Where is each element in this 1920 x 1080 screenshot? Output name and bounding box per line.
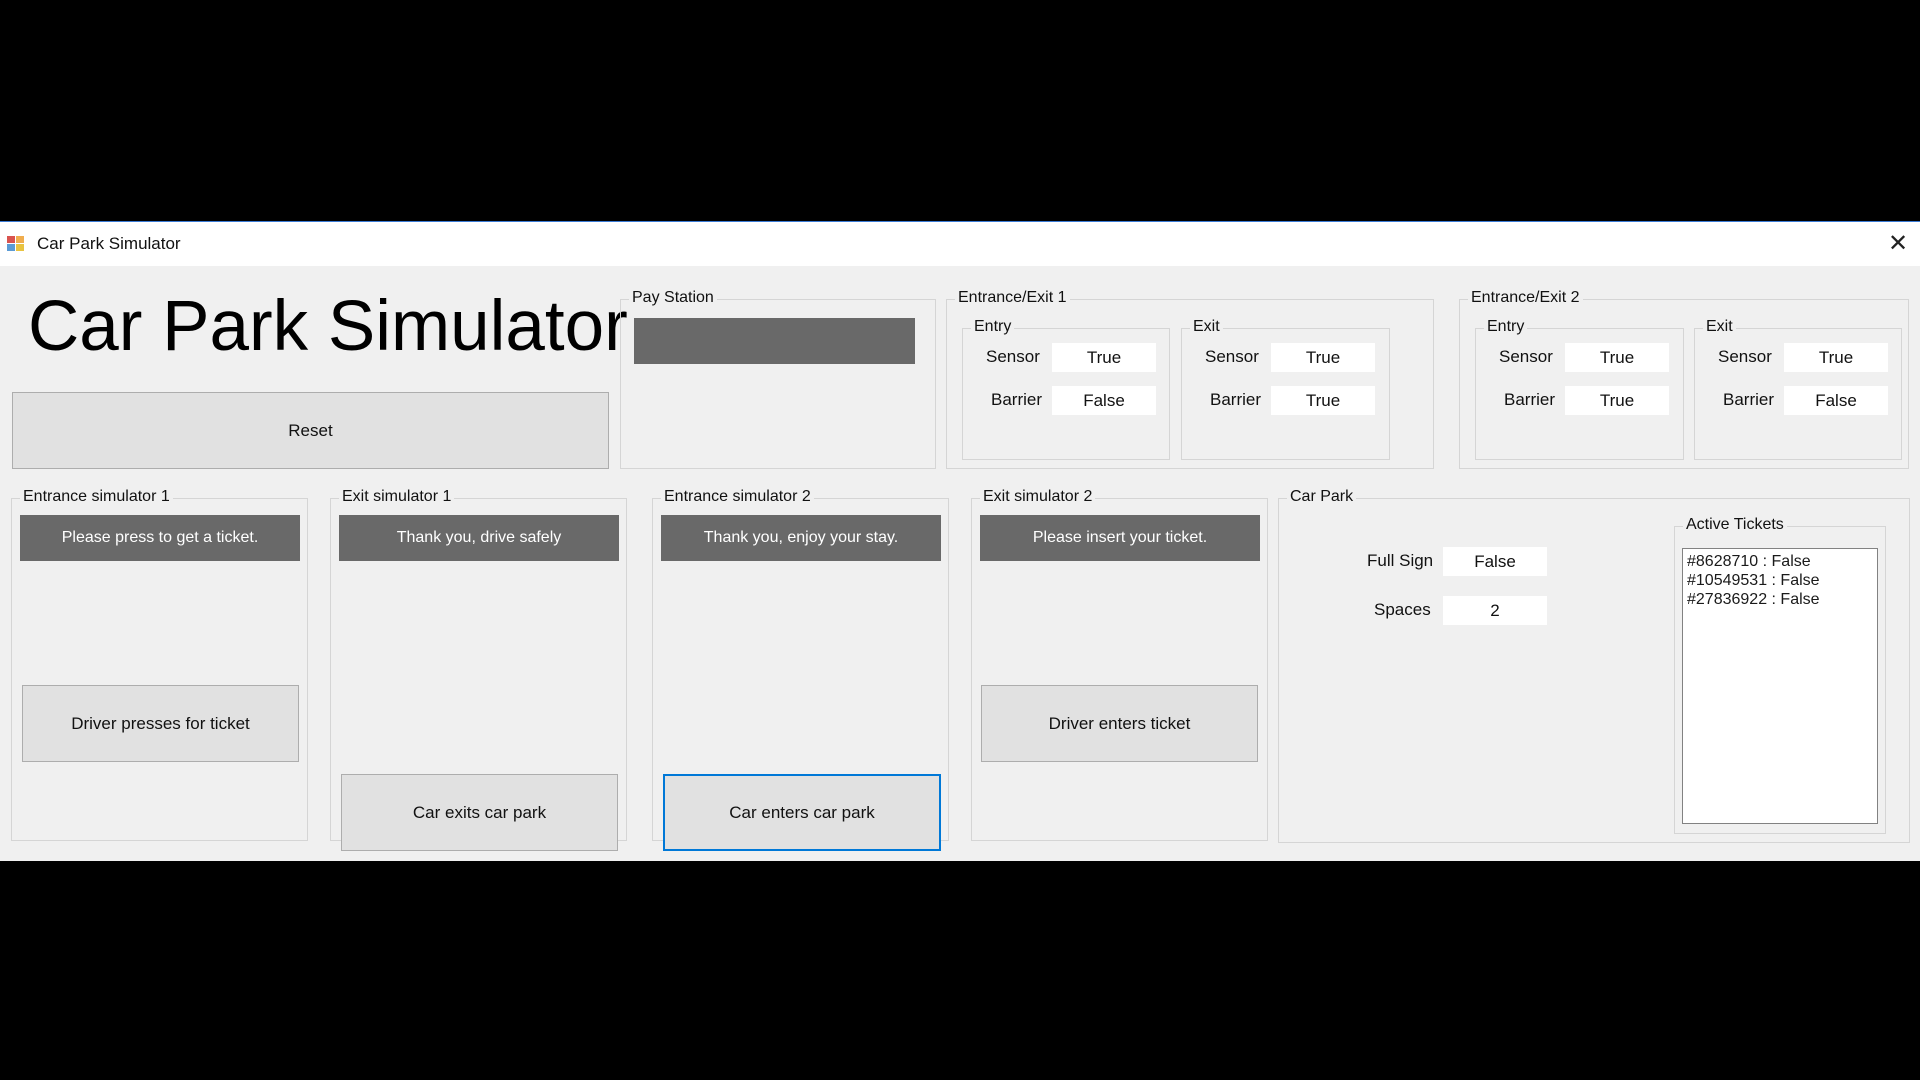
car-park-group: Car Park Full Sign False Spaces 2 Active…: [1278, 488, 1910, 843]
entrance-exit-1-label: Entrance/Exit 1: [955, 289, 1070, 307]
ee2-exit-barrier-label: Barrier: [1723, 390, 1775, 409]
exit-simulator-1-group: Exit simulator 1 Thank you, drive safely…: [330, 488, 627, 851]
ee1-exit-barrier-value: True: [1271, 386, 1375, 415]
entrance-simulator-1-group: Entrance simulator 1 Please press to get…: [11, 488, 308, 841]
ee2-exit-group: Exit Sensor True Barrier False: [1694, 318, 1902, 460]
pay-station-group: Pay Station: [620, 289, 936, 469]
pay-station-display: [634, 318, 915, 364]
exit-simulator-2-label: Exit simulator 2: [980, 488, 1096, 506]
car-enters-car-park-button[interactable]: Car enters car park: [663, 774, 941, 851]
active-tickets-label: Active Tickets: [1683, 516, 1787, 534]
window-title: Car Park Simulator: [37, 234, 181, 253]
ee1-entry-barrier-label: Barrier: [991, 390, 1043, 409]
entrance-simulator-2-label: Entrance simulator 2: [661, 488, 814, 506]
page-title: Car Park Simulator: [28, 287, 628, 366]
reset-button[interactable]: Reset: [12, 392, 609, 469]
ee2-entry-sensor-value: True: [1565, 343, 1669, 372]
ee2-exit-barrier-value: False: [1784, 386, 1888, 415]
driver-presses-for-ticket-button[interactable]: Driver presses for ticket: [22, 685, 299, 762]
ee2-exit-sensor-value: True: [1784, 343, 1888, 372]
app-icon: [7, 236, 24, 251]
list-item[interactable]: #10549531 : False: [1687, 571, 1873, 590]
ee1-exit-sensor-label: Sensor: [1205, 347, 1259, 366]
entrance-exit-2-group: Entrance/Exit 2 Entry Sensor True Barrie…: [1459, 289, 1909, 469]
entrance-simulator-1-message: Please press to get a ticket.: [20, 515, 300, 561]
pay-station-label: Pay Station: [629, 289, 717, 307]
driver-enters-ticket-button[interactable]: Driver enters ticket: [981, 685, 1258, 762]
list-item[interactable]: #8628710 : False: [1687, 552, 1873, 571]
car-exits-car-park-button[interactable]: Car exits car park: [341, 774, 618, 851]
ee2-entry-sensor-label: Sensor: [1499, 347, 1553, 366]
entrance-simulator-2-message: Thank you, enjoy your stay.: [661, 515, 941, 561]
ee1-entry-group: Entry Sensor True Barrier False: [962, 318, 1170, 460]
ee2-entry-label: Entry: [1484, 318, 1528, 336]
active-tickets-list[interactable]: #8628710 : False #10549531 : False #2783…: [1682, 548, 1878, 824]
exit-simulator-2-group: Exit simulator 2 Please insert your tick…: [971, 488, 1268, 841]
exit-simulator-2-message: Please insert your ticket.: [980, 515, 1260, 561]
spaces-value: 2: [1443, 596, 1547, 625]
full-sign-label: Full Sign: [1367, 551, 1434, 570]
ee2-exit-label: Exit: [1703, 318, 1736, 336]
ee1-exit-label: Exit: [1190, 318, 1223, 336]
ee1-exit-group: Exit Sensor True Barrier True: [1181, 318, 1390, 460]
ee1-exit-barrier-label: Barrier: [1210, 390, 1262, 409]
ee1-entry-sensor-label: Sensor: [986, 347, 1040, 366]
entrance-simulator-1-label: Entrance simulator 1: [20, 488, 173, 506]
exit-simulator-1-message: Thank you, drive safely: [339, 515, 619, 561]
full-sign-value: False: [1443, 547, 1547, 576]
title-bar: Car Park Simulator ✕: [0, 222, 1920, 266]
ee2-exit-sensor-label: Sensor: [1718, 347, 1772, 366]
ee1-entry-barrier-value: False: [1052, 386, 1156, 415]
entrance-exit-1-group: Entrance/Exit 1 Entry Sensor True Barrie…: [946, 289, 1434, 469]
entrance-simulator-2-group: Entrance simulator 2 Thank you, enjoy yo…: [652, 488, 949, 851]
active-tickets-group: Active Tickets #8628710 : False #1054953…: [1674, 516, 1886, 834]
ee1-entry-sensor-value: True: [1052, 343, 1156, 372]
exit-simulator-1-label: Exit simulator 1: [339, 488, 455, 506]
entrance-exit-2-label: Entrance/Exit 2: [1468, 289, 1583, 307]
app-window: Car Park Simulator ✕ Car Park Simulator …: [0, 221, 1920, 861]
ee2-entry-barrier-label: Barrier: [1504, 390, 1556, 409]
close-icon[interactable]: ✕: [1876, 222, 1920, 266]
ee2-entry-barrier-value: True: [1565, 386, 1669, 415]
ee2-entry-group: Entry Sensor True Barrier True: [1475, 318, 1684, 460]
ee1-exit-sensor-value: True: [1271, 343, 1375, 372]
list-item[interactable]: #27836922 : False: [1687, 590, 1873, 609]
car-park-label: Car Park: [1287, 488, 1357, 506]
ee1-entry-label: Entry: [971, 318, 1015, 336]
spaces-label: Spaces: [1374, 600, 1431, 619]
